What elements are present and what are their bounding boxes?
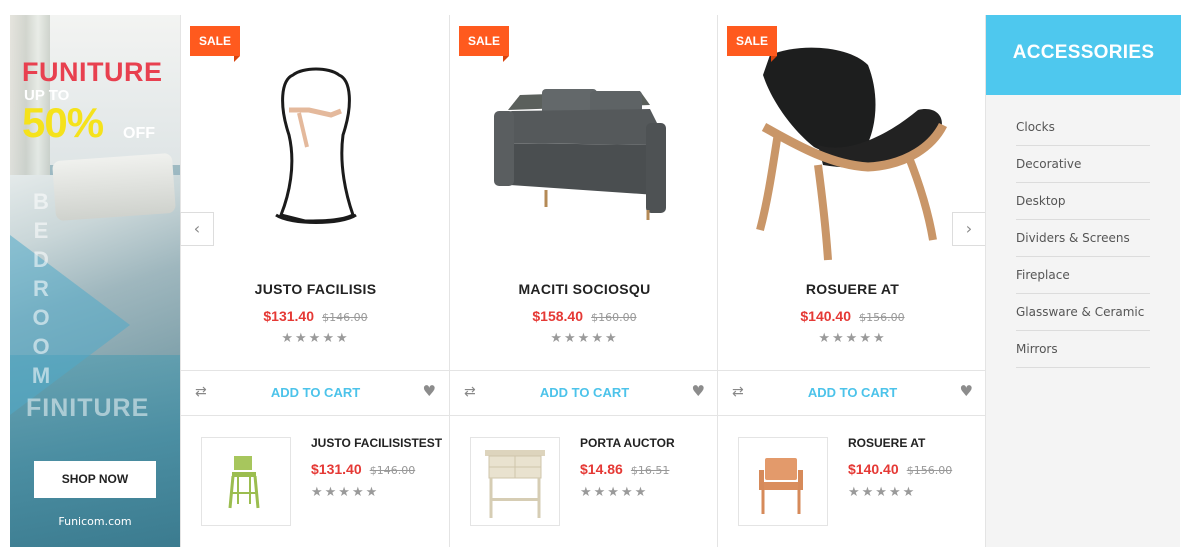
accessories-list: Clocks Decorative Desktop Dividers & Scr…	[1016, 109, 1150, 368]
mini-product-name[interactable]: JUSTO FACILISISTEST	[311, 436, 442, 450]
mini-product-prices: $140.40 $156.00	[848, 459, 952, 478]
banner-off: OFF	[123, 125, 155, 142]
mini-product-price: $131.40	[311, 461, 362, 477]
accessories-title: ACCESSORIES	[986, 15, 1181, 95]
accessories-item-mirrors[interactable]: Mirrors	[1016, 331, 1150, 368]
product-old-price: $160.00	[591, 311, 637, 324]
banner-percent: 50%	[22, 99, 104, 146]
banner-vertical-letter: R	[33, 276, 49, 301]
banner-site: Funicom.com	[58, 515, 132, 528]
accessories-panel: ACCESSORIES Clocks Decorative Desktop Di…	[985, 15, 1181, 547]
sale-badge: SALE	[190, 26, 240, 62]
mini-product-name[interactable]: ROSUERE AT	[848, 436, 925, 450]
sale-badge: SALE	[727, 26, 777, 62]
mini-product-prices: $131.40 $146.00	[311, 459, 415, 478]
accessories-item-glassware-ceramic[interactable]: Glassware & Ceramic	[1016, 294, 1150, 331]
wishlist-heart-icon[interactable]: ♥	[423, 382, 436, 400]
mini-product-thumbnail[interactable]	[738, 437, 828, 526]
product-name[interactable]: MACITI SOCIOSQU	[450, 281, 719, 297]
mini-product-prices: $14.86 $16.51	[580, 459, 669, 478]
rating-stars: ★★★★★	[281, 331, 350, 346]
mini-product: ROSUERE AT $140.40 $156.00 ★★★★★	[718, 416, 987, 547]
mini-product-thumbnail[interactable]	[470, 437, 560, 526]
banner-vertical-letter: D	[33, 247, 49, 272]
product-prices: $158.40 $160.00	[450, 306, 719, 325]
wishlist-heart-icon[interactable]: ♥	[960, 382, 973, 400]
promo-banner[interactable]: FUNITURE UP TO 50% OFF B E D R O O M FIN…	[10, 15, 180, 547]
banner-vertical-letter: O	[32, 305, 50, 330]
add-to-cart-button[interactable]: ADD TO CART	[181, 385, 450, 400]
banner-vertical-text: B E D R O O M	[30, 187, 52, 390]
product-prices: $131.40 $146.00	[181, 306, 450, 325]
product-price: $140.40	[800, 308, 851, 324]
product-old-price: $146.00	[322, 311, 368, 324]
product-old-price: $156.00	[859, 311, 905, 324]
banner-vertical-letter: E	[33, 218, 49, 243]
mini-product-old-price: $16.51	[630, 464, 670, 477]
mini-product-old-price: $146.00	[369, 464, 416, 477]
mini-product-price: $140.40	[848, 461, 899, 477]
product-prices: $140.40 $156.00	[718, 306, 987, 325]
banner-vertical-letter: O	[32, 334, 50, 359]
mini-product-thumbnail[interactable]	[201, 437, 291, 526]
banner-vertical-letter: B	[33, 189, 49, 214]
product-card: SALE MACITI SOCIOSQU $158.40 $160.00 ★★★…	[449, 15, 719, 547]
accessories-item-decorative[interactable]: Decorative	[1016, 146, 1150, 183]
banner-triangle-decoration	[10, 235, 130, 415]
rating-stars: ★★★★★	[818, 331, 887, 346]
product-price: $158.40	[532, 308, 583, 324]
mini-rating-stars: ★★★★★	[580, 485, 649, 500]
accessories-item-fireplace[interactable]: Fireplace	[1016, 257, 1150, 294]
mini-product: PORTA AUCTOR $14.86 $16.51 ★★★★★	[450, 416, 719, 547]
banner-pillow	[52, 152, 176, 222]
banner-vertical-letter: M	[31, 363, 51, 388]
product-actions: ⇄ ADD TO CART ♥	[450, 370, 719, 416]
product-price: $131.40	[263, 308, 314, 324]
product-name[interactable]: JUSTO FACILISIS	[181, 281, 450, 297]
mini-product-name[interactable]: PORTA AUCTOR	[580, 436, 675, 450]
product-name[interactable]: ROSUERE AT	[718, 281, 987, 297]
product-actions: ⇄ ADD TO CART ♥	[718, 370, 987, 416]
product-card: SALE JUSTO FACILISIS $131.40 $146.00 ★★★…	[180, 15, 450, 547]
mini-rating-stars: ★★★★★	[848, 485, 917, 500]
carousel-next-button[interactable]: ›	[952, 212, 986, 246]
carousel-prev-button[interactable]: ‹	[180, 212, 214, 246]
wishlist-heart-icon[interactable]: ♥	[692, 382, 705, 400]
product-actions: ⇄ ADD TO CART ♥	[181, 370, 450, 416]
add-to-cart-button[interactable]: ADD TO CART	[450, 385, 719, 400]
accessories-item-dividers-screens[interactable]: Dividers & Screens	[1016, 220, 1150, 257]
banner-subtitle: FINITURE	[26, 394, 150, 422]
accessories-item-desktop[interactable]: Desktop	[1016, 183, 1150, 220]
product-card: SALE ROSUERE AT $140.40 $156.00 ★★★★★ ⇄ …	[717, 15, 987, 547]
rating-stars: ★★★★★	[550, 331, 619, 346]
add-to-cart-button[interactable]: ADD TO CART	[718, 385, 987, 400]
mini-rating-stars: ★★★★★	[311, 485, 380, 500]
shop-now-button[interactable]: SHOP NOW	[34, 461, 156, 498]
banner-title: FUNITURE	[22, 57, 163, 87]
mini-product-price: $14.86	[580, 461, 623, 477]
mini-product: JUSTO FACILISISTEST $131.40 $146.00 ★★★★…	[181, 416, 450, 547]
accessories-item-clocks[interactable]: Clocks	[1016, 109, 1150, 146]
sale-badge: SALE	[459, 26, 509, 62]
mini-product-old-price: $156.00	[906, 464, 953, 477]
